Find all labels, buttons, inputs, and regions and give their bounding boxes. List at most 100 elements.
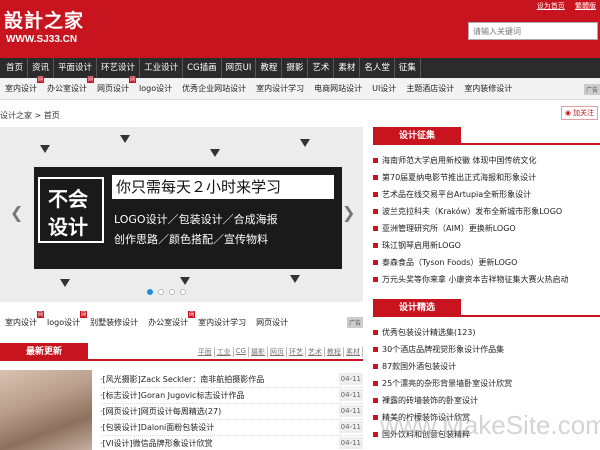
latest-cat-link[interactable]: 网页: [268, 347, 287, 357]
banner-next-arrow[interactable]: ❯: [342, 203, 355, 222]
subnav-item[interactable]: 室内设计学习: [251, 83, 309, 94]
list-item[interactable]: ·[网页设计]网页设计每周精选(27) 04-11: [100, 404, 363, 420]
list-item[interactable]: ·[风光摄影]Zack Seckler：南非航拍摄影作品 04-11: [100, 372, 363, 388]
nav-item-webui[interactable]: 网页UI: [222, 58, 257, 78]
list-item-date: 04-11: [338, 389, 363, 401]
category-tab[interactable]: 室内设计网: [0, 310, 44, 328]
bullet-icon: [373, 277, 378, 282]
nav-item-collect[interactable]: 征集: [395, 58, 421, 78]
subnav-item[interactable]: 电商网站设计: [309, 83, 367, 94]
subnav-item[interactable]: 网页设计网: [92, 76, 136, 94]
list-item[interactable]: 87款国外酒包装设计: [373, 358, 600, 375]
traditional-chinese-link[interactable]: 繁體版: [575, 2, 596, 10]
subnav-item[interactable]: 室内设计网: [0, 76, 44, 94]
category-tab[interactable]: 网页设计: [251, 317, 293, 328]
panel-title: 设计精选: [373, 299, 461, 317]
banner-headline: 你只需每天２小时来学习: [112, 175, 334, 199]
subnav-item[interactable]: 办公室设计网: [42, 76, 94, 94]
latest-cat-link[interactable]: 素材: [344, 347, 363, 357]
subnav-item[interactable]: 主题酒店设计: [401, 83, 459, 94]
ad-tag: 广告: [346, 317, 363, 328]
banner-prev-arrow[interactable]: ❮: [10, 203, 23, 222]
list-item-title: ·[VI设计]微信品牌形象设计欣赏: [100, 439, 213, 448]
carousel-dot[interactable]: [147, 289, 153, 295]
bullet-icon: [373, 432, 378, 437]
list-item[interactable]: 亚洲管理研究所（AIM）更换新LOGO: [373, 220, 600, 237]
banner-carousel[interactable]: ❮ ❯ 不会 设计 你只需每天２小时来学习 LOGO设计／包装设计／合成海报 创…: [0, 127, 363, 302]
list-item[interactable]: 裸露的砖墙装饰的卧室设计: [373, 392, 600, 409]
list-item[interactable]: 优秀包装设计精选集(123): [373, 324, 600, 341]
list-item[interactable]: ·[VI设计]微信品牌形象设计欣赏 04-11: [100, 436, 363, 450]
nav-item-environment[interactable]: 环艺设计: [97, 58, 141, 78]
latest-thumbnail[interactable]: [0, 370, 92, 450]
subnav-item[interactable]: 室内装修设计: [459, 83, 517, 94]
list-item[interactable]: 海南师范大学启用新校徽 体现中国传统文化: [373, 152, 600, 169]
nav-item-home[interactable]: 首页: [2, 58, 29, 78]
subnav-item[interactable]: UI设计: [367, 83, 401, 94]
carousel-dot[interactable]: [158, 289, 164, 295]
list-item-title: 泰森食品（Tyson Foods）更新LOGO: [382, 258, 518, 267]
nav-item-cg[interactable]: CG插画: [183, 58, 222, 78]
list-item[interactable]: 波兰克拉科夫（Kraków）发布全新城市形象LOGO: [373, 203, 600, 220]
latest-cat-link[interactable]: 摄影: [249, 347, 268, 357]
bullet-icon: [373, 243, 378, 248]
list-item-title: 优秀包装设计精选集(123): [382, 328, 476, 337]
banner-line: LOGO设计／包装设计／合成海报: [114, 213, 278, 226]
carousel-dot[interactable]: [180, 289, 186, 295]
nav-item-graphic[interactable]: 平面设计: [54, 58, 98, 78]
bullet-icon: [373, 398, 378, 403]
list-item-title: 第70届夏纳电影节推出正式海报和形象设计: [382, 173, 537, 182]
latest-cat-link[interactable]: 环艺: [287, 347, 306, 357]
list-item[interactable]: 万元头奖等你来拿 小康资本吉祥物征集大赛火热启动: [373, 271, 600, 288]
category-tab[interactable]: 别墅装修设计: [85, 317, 143, 328]
list-item[interactable]: 艺术品在线交易平台Artupia全新形象设计: [373, 186, 600, 203]
list-item[interactable]: 珠江钢琴启用新LOGO: [373, 237, 600, 254]
nav-item-tutorial[interactable]: 教程: [256, 58, 283, 78]
banner-ad: 不会 设计 你只需每天２小时来学习 LOGO设计／包装设计／合成海报 创作思路／…: [34, 167, 342, 269]
latest-cat-link[interactable]: CG: [234, 347, 249, 357]
list-item[interactable]: 第70届夏纳电影节推出正式海报和形象设计: [373, 169, 600, 186]
bullet-icon: [373, 330, 378, 335]
list-item[interactable]: 泰森食品（Tyson Foods）更新LOGO: [373, 254, 600, 271]
breadcrumb: 设计之家 > 首页: [0, 111, 60, 120]
nav-item-news[interactable]: 资讯: [28, 58, 55, 78]
latest-updates-title: 最新更新: [0, 343, 88, 361]
nav-item-photo[interactable]: 摄影: [282, 58, 309, 78]
follow-label: 加关注: [573, 109, 594, 117]
list-item[interactable]: 25个漂亮的杂形背景墙卧室设计欣赏: [373, 375, 600, 392]
triangle-decoration: [210, 149, 220, 157]
nav-item-art[interactable]: 艺术: [308, 58, 335, 78]
main-nav: 首页 资讯 平面设计 环艺设计 工业设计 CG插画 网页UI 教程 摄影 艺术 …: [0, 58, 600, 78]
latest-cat-link[interactable]: 平面: [196, 347, 215, 357]
nav-item-material[interactable]: 素材: [334, 58, 361, 78]
set-homepage-link[interactable]: 设为首页: [537, 2, 565, 10]
list-item[interactable]: ·[包装设计]Daloni面粉包装设计 04-11: [100, 420, 363, 436]
bullet-icon: [373, 192, 378, 197]
nav-item-industrial[interactable]: 工业设计: [140, 58, 184, 78]
subnav-label: 室内设计: [5, 84, 37, 93]
site-logo[interactable]: 設計之家 WWW.SJ33.CN: [4, 6, 100, 50]
subnav-item[interactable]: logo设计: [134, 83, 177, 94]
triangle-decoration: [300, 139, 310, 147]
search-input[interactable]: [468, 22, 598, 40]
design-collection-list: 海南师范大学启用新校徽 体现中国传统文化 第70届夏纳电影节推出正式海报和形象设…: [373, 152, 600, 288]
top-links: 设为首页 繁體版: [529, 1, 596, 11]
latest-cat-link[interactable]: 艺术: [306, 347, 325, 357]
list-item[interactable]: 30个酒店品牌视觉形象设计作品集: [373, 341, 600, 358]
category-tab[interactable]: 办公室设计网: [143, 310, 196, 328]
latest-cat-link[interactable]: 教程: [325, 347, 344, 357]
bullet-icon: [373, 158, 378, 163]
nav-item-hall[interactable]: 名人堂: [360, 58, 395, 78]
latest-cat-link[interactable]: 工业: [215, 347, 234, 357]
category-tab[interactable]: logo设计网: [42, 310, 88, 328]
sub-nav: 室内设计网 办公室设计网 网页设计网 logo设计 优秀企业网站设计 室内设计学…: [0, 76, 600, 100]
category-tab-label: 办公室设计: [148, 317, 189, 327]
latest-category-links: 平面 工业 CG 摄影 网页 环艺 艺术 教程 素材: [196, 347, 363, 357]
category-tab[interactable]: 室内设计学习: [193, 317, 251, 328]
banner-big-text: 不会: [48, 187, 88, 211]
list-item[interactable]: ·[标志设计]Goran Jugovic标志设计作品 04-11: [100, 388, 363, 404]
carousel-dot[interactable]: [169, 289, 175, 295]
subnav-item[interactable]: 优秀企业网站设计: [177, 83, 251, 94]
carousel-dots: [147, 289, 186, 295]
follow-button[interactable]: ◉ 加关注: [560, 106, 598, 120]
